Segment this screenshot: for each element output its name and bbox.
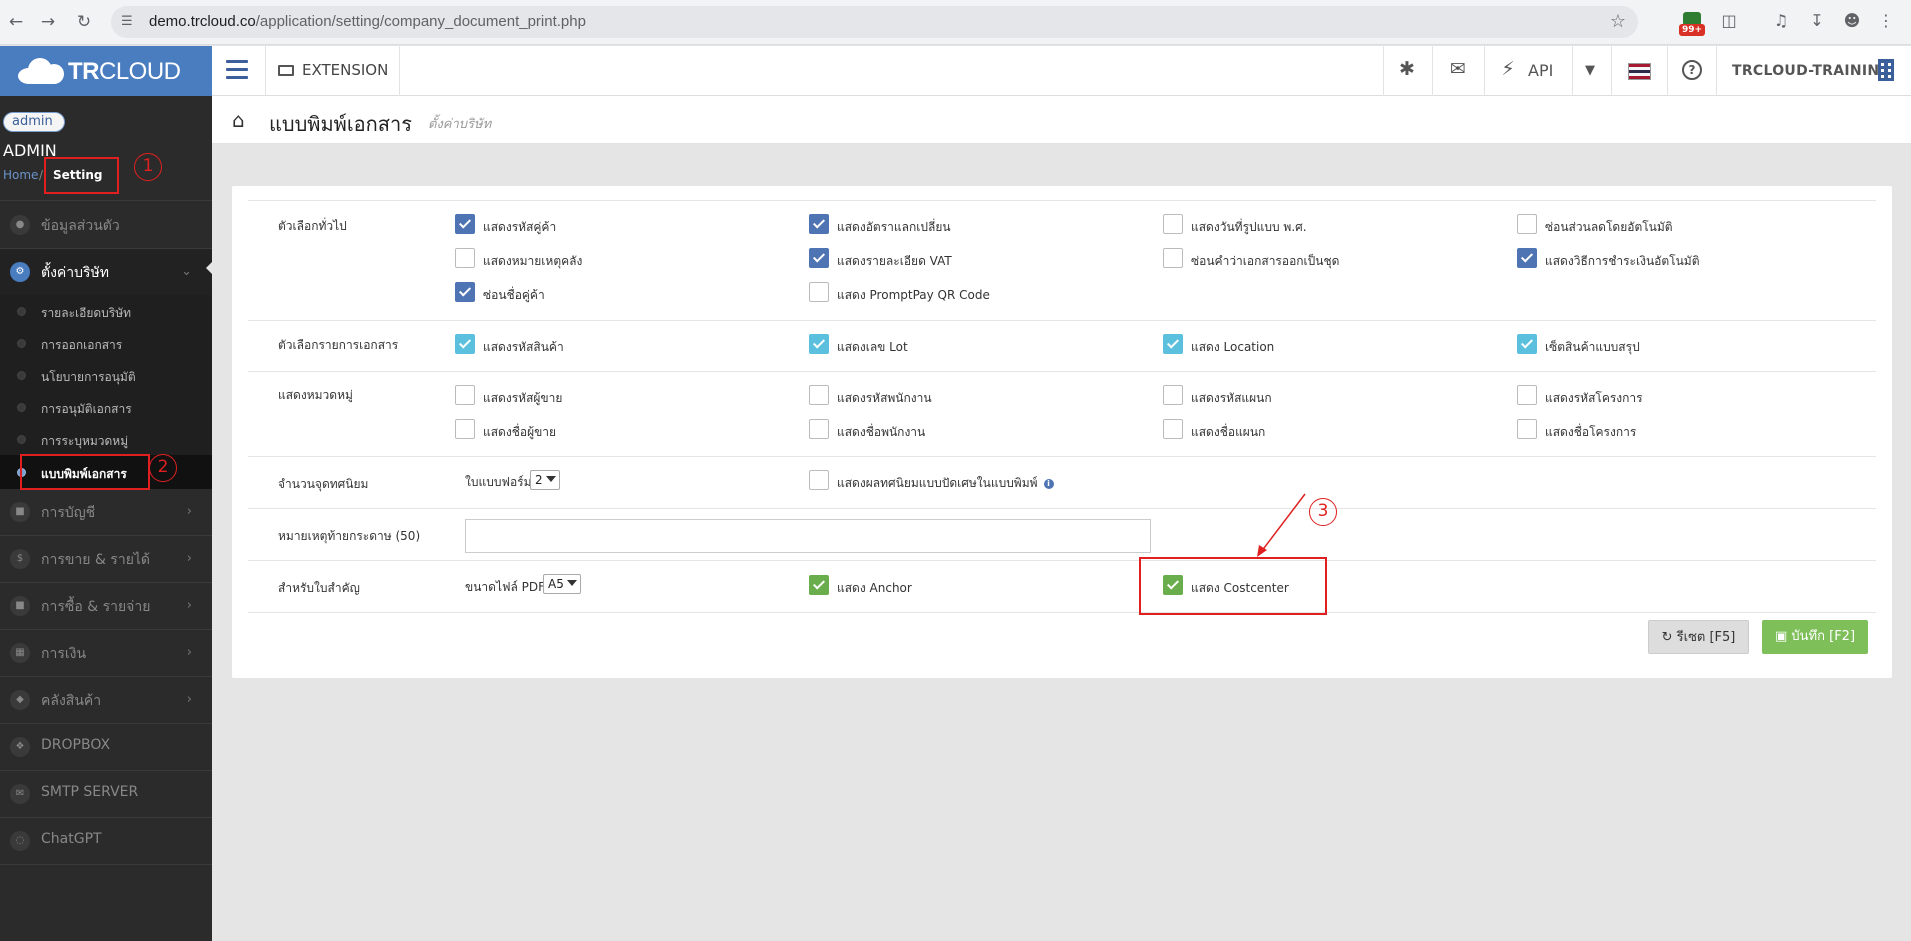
cart-icon: ■ — [10, 596, 30, 616]
cart-extension-icon[interactable]: 99+ — [1679, 10, 1706, 36]
annotation-box-3 — [1139, 557, 1327, 615]
save-button[interactable]: ▣ บันทึก [F2] — [1762, 620, 1868, 654]
annotation-number-1: 1 — [134, 153, 162, 181]
trcloud-logo[interactable]: TRCLOUD — [0, 46, 212, 96]
plug-icon[interactable]: ⚡ — [1496, 58, 1520, 80]
info-icon[interactable]: i — [1043, 479, 1054, 489]
chevron-right-icon: › — [186, 551, 192, 566]
bookmark-star-icon[interactable]: ☆ — [1610, 11, 1626, 32]
voucher-label: สำหรับใบสำคัญ — [278, 581, 360, 595]
page-title: แบบพิมพ์เอกสาร — [269, 112, 412, 136]
download-icon[interactable]: ↧ — [1806, 11, 1828, 33]
caret-down-icon — [546, 476, 556, 482]
sidebar-item-company-settings[interactable]: ⚙ ตั้งค่าบริษัท ⌄ — [0, 249, 212, 295]
envelope-icon: ✉ — [10, 784, 30, 804]
sidebar-item-accounting[interactable]: ■ การบัญชี › — [0, 489, 212, 535]
caret-down-icon — [567, 580, 577, 586]
profile-avatar-icon[interactable]: ☻ — [1841, 11, 1863, 33]
sidebar-item-smtp[interactable]: ✉ SMTP SERVER — [0, 771, 212, 817]
box-icon: ◆ — [10, 690, 30, 710]
calendar-icon: ▦ — [10, 643, 30, 663]
chat-icon: ◌ — [10, 831, 30, 851]
breadcrumb-separator: / — [39, 168, 44, 182]
sidebar-subitem-document-issuing[interactable]: การออกเอกสาร — [0, 327, 212, 359]
browser-toolbar: ← → ↻ ☰ demo.trcloud.co/application/sett… — [0, 0, 1911, 45]
pdf-size-select[interactable]: A5 — [543, 574, 581, 594]
page-subtitle: ตั้งค่าบริษัท — [428, 117, 492, 132]
api-menu[interactable]: API — [1528, 61, 1553, 80]
sidebar-item-profile[interactable]: ● ข้อมูลส่วนตัว — [0, 202, 212, 248]
sidebar-item-inventory[interactable]: ◆ คลังสินค้า › — [0, 677, 212, 723]
building-icon[interactable] — [1878, 59, 1894, 81]
avatar[interactable]: admin — [3, 112, 65, 132]
chevron-right-icon: › — [186, 692, 192, 707]
annotation-box-1 — [44, 157, 119, 194]
user-icon: ● — [10, 215, 30, 235]
chevron-right-icon: › — [186, 645, 192, 660]
breadcrumb-home[interactable]: Home — [3, 168, 38, 182]
sidebar-subitem-document-approval[interactable]: การอนุมัติเอกสาร — [0, 391, 212, 423]
company-name[interactable]: TRCLOUD-TRAINING — [1732, 63, 1891, 79]
dropbox-icon: ❖ — [10, 737, 30, 757]
party-popper-icon[interactable]: ✱ — [1395, 58, 1419, 80]
url-text: demo.trcloud.co/application/setting/comp… — [149, 13, 586, 30]
settings-panel: ตัวเลือกทั่วไป แสดงรหัสคู่ค้า แสดงอัตราแ… — [232, 186, 1892, 678]
gear-icon: ⚙ — [10, 262, 30, 282]
back-icon[interactable]: ← — [4, 10, 28, 34]
footer-note-label: หมายเหตุท้ายกระดาษ (50) — [278, 529, 421, 543]
site-info-icon[interactable]: ☰ — [121, 13, 139, 31]
media-queue-icon[interactable]: ♫ — [1770, 11, 1792, 33]
refresh-icon: ↻ — [1661, 630, 1677, 645]
book-icon: ■ — [10, 502, 30, 522]
brand-name: TRCLOUD — [68, 58, 181, 85]
annotation-arrow — [1257, 493, 1306, 557]
active-pointer — [206, 260, 214, 276]
reset-button[interactable]: ↻ รีเซต [F5] — [1648, 620, 1749, 654]
mail-icon[interactable]: ✉ — [1446, 58, 1470, 80]
sidebar-subitem-approval-policy[interactable]: นโยบายการอนุมัติ — [0, 359, 212, 391]
caret-down-icon[interactable]: ▼ — [1580, 63, 1600, 78]
sidebar-item-finance[interactable]: ▦ การเงิน › — [0, 630, 212, 676]
category-label: แสดงหมวดหมู่ — [278, 388, 353, 402]
extensions-puzzle-icon[interactable]: ◫ — [1718, 11, 1740, 33]
sidebar-item-purchases[interactable]: ■ การซื้อ & รายจ่าย › — [0, 583, 212, 629]
forward-icon[interactable]: → — [36, 10, 60, 34]
help-icon[interactable]: ? — [1682, 60, 1702, 80]
annotation-number-2: 2 — [149, 454, 177, 482]
monitor-icon — [278, 65, 294, 76]
home-icon[interactable]: ⌂ — [232, 108, 245, 132]
sidebar-item-chatgpt[interactable]: ◌ ChatGPT — [0, 818, 212, 864]
browser-menu-icon[interactable]: ⋮ — [1877, 11, 1895, 33]
pdf-size-label: ขนาดไฟล์ PDF — [465, 580, 546, 594]
annotation-number-3: 3 — [1309, 498, 1337, 526]
decimals-label: จำนวนจุดทศนิยม — [278, 477, 369, 491]
page-header: ⌂ แบบพิมพ์เอกสาร ตั้งค่าบริษัท — [212, 96, 1911, 144]
reload-icon[interactable]: ↻ — [72, 10, 96, 34]
sidebar-subitem-categories[interactable]: การระบุหมวดหมู่ — [0, 423, 212, 455]
chevron-down-icon: ⌄ — [181, 264, 192, 279]
form-decimals-select-label: ใบแบบฟอร์ม — [465, 475, 532, 489]
app-topbar: TRCLOUD EXTENSION ✱ ✉ ⚡ API ▼ ? TRCLOUD-… — [0, 46, 1911, 96]
chevron-right-icon: › — [186, 598, 192, 613]
extension-badge: 99+ — [1679, 24, 1706, 36]
extension-menu[interactable]: EXTENSION — [278, 61, 388, 79]
floppy-icon: ▣ — [1774, 629, 1792, 644]
sidebar-item-sales[interactable]: $ การขาย & รายได้ › — [0, 536, 212, 582]
sidebar-item-dropbox[interactable]: ❖ DROPBOX — [0, 724, 212, 770]
dollar-icon: $ — [10, 549, 30, 569]
annotation-box-2 — [20, 454, 150, 490]
decimals-select[interactable]: 2 — [530, 470, 560, 490]
sidebar: admin ADMIN Home / Setting ● ข้อมูลส่วนต… — [0, 96, 214, 941]
cloud-icon — [18, 58, 64, 84]
footer-note-input[interactable] — [465, 519, 1151, 553]
item-options-label: ตัวเลือกรายการเอกสาร — [278, 338, 399, 352]
menu-toggle-icon[interactable] — [226, 60, 248, 80]
chevron-right-icon: › — [186, 504, 192, 519]
general-options-label: ตัวเลือกทั่วไป — [278, 219, 347, 233]
sidebar-subitem-company-details[interactable]: รายละเอียดบริษัท — [0, 295, 212, 327]
thai-flag-icon[interactable] — [1628, 63, 1651, 80]
address-bar[interactable]: ☰ demo.trcloud.co/application/setting/co… — [111, 6, 1638, 38]
